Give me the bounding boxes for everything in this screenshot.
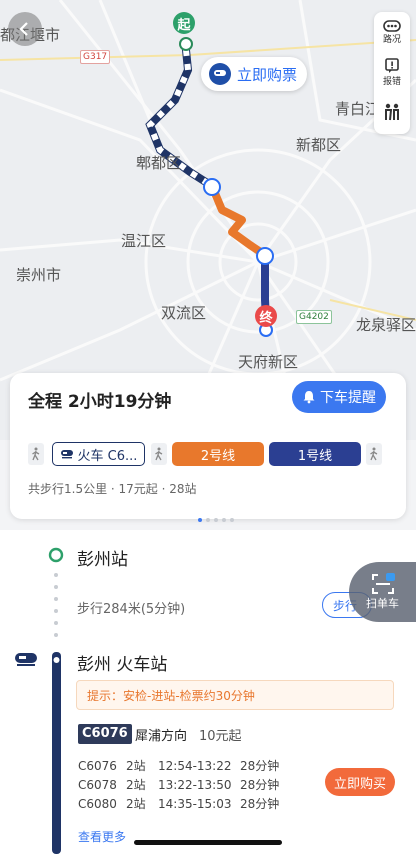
train-segment[interactable]: 火车 C6... (52, 442, 145, 466)
train-price: 10元起 (199, 729, 242, 744)
scan-bike-label: 扫单车 (366, 597, 399, 610)
see-more-link[interactable]: 查看更多 (78, 828, 126, 845)
walk-info: 步行284米(5分钟) (77, 602, 186, 617)
train-station-name: 彭州 火车站 (77, 655, 168, 675)
train-row-duration: 28分钟 (240, 797, 280, 811)
tool-report-label: 报错 (382, 76, 401, 87)
walk-segment-2 (151, 443, 167, 465)
train-icon (209, 63, 231, 85)
map-label-longquanyi: 龙泉驿区 (356, 316, 416, 334)
route-total-time: 全程 2小时19分钟 (28, 392, 172, 412)
train-mode-icon (14, 651, 38, 671)
alight-reminder-label: 下车提醒 (320, 390, 376, 406)
origin-station-name: 彭州站 (77, 550, 128, 570)
train-row-no: C6080 (78, 797, 117, 811)
map-label-shuangliu: 双流区 (161, 304, 207, 322)
train-row[interactable]: C6080 2站 14:35-15:03 28分钟 (78, 795, 279, 812)
train-row-stops: 2站 (126, 759, 146, 773)
route-summary-text: 共步行1.5公里 · 17元起 · 28站 (28, 482, 197, 496)
tool-people[interactable] (374, 92, 410, 132)
route-segments: 火车 C6... 2号线 1号线 (28, 442, 386, 468)
train-row[interactable]: C6076 2站 12:54-13:22 28分钟 (78, 757, 279, 774)
people-icon (385, 103, 399, 121)
tool-report[interactable]: 报错 (374, 52, 410, 92)
line2-segment[interactable]: 2号线 (172, 442, 264, 466)
scan-icon (371, 573, 395, 594)
walk-segment-3 (366, 443, 382, 465)
line1-segment[interactable]: 1号线 (269, 442, 361, 466)
train-icon (60, 450, 73, 459)
map-label-xindu: 新都区 (296, 136, 342, 154)
walk-icon (370, 447, 378, 461)
home-indicator (134, 840, 282, 845)
scan-bike-button[interactable]: 扫单车 (349, 562, 416, 622)
buy-ticket-label: 立即购票 (237, 65, 298, 84)
bell-icon (303, 391, 315, 404)
tool-traffic-label: 路况 (382, 34, 401, 45)
map-label-chongzhou: 崇州市 (16, 266, 62, 284)
train-row-time: 13:22-13:50 (158, 778, 232, 792)
train-segment-label: 火车 C6... (77, 448, 138, 464)
train-row-stops: 2站 (126, 797, 146, 811)
tool-traffic[interactable]: 路况 (374, 12, 410, 52)
route-summary-card[interactable]: 全程 2小时19分钟 下车提醒 火车 C6... 2号线 1号线 共步行1.5公… (10, 373, 406, 522)
security-tip: 提示：安检-进站-检票约30分钟 (76, 680, 394, 710)
walk-icon (155, 447, 163, 461)
back-arrow-icon (19, 22, 28, 36)
train-row-time: 12:54-13:22 (158, 759, 232, 773)
start-pin: 起 (173, 12, 195, 34)
report-icon (385, 57, 399, 73)
map-tools-panel: 路况 报错 (374, 12, 410, 134)
walk-icon (32, 447, 40, 461)
traffic-icon (383, 19, 401, 32)
walk-segment-1 (28, 443, 44, 465)
road-tag-g4202: G4202 (296, 310, 332, 324)
end-pin: 终 (255, 305, 277, 327)
train-row-duration: 28分钟 (240, 778, 280, 792)
map-label-pidu: 郫都区 (136, 154, 182, 172)
train-direction: 犀浦方向 (135, 729, 188, 744)
train-row-duration: 28分钟 (240, 759, 280, 773)
buy-ticket-bubble[interactable]: 立即购票 (201, 57, 308, 91)
page-indicator (196, 507, 236, 526)
map-label-wenjiang: 温江区 (121, 232, 167, 250)
back-button[interactable] (8, 12, 42, 46)
train-row-time: 14:35-15:03 (158, 797, 232, 811)
train-row-no: C6076 (78, 759, 117, 773)
alight-reminder-button[interactable]: 下车提醒 (292, 381, 386, 413)
train-row[interactable]: C6078 2站 13:22-13:50 28分钟 (78, 776, 279, 793)
road-tag-g317: G317 (80, 50, 111, 64)
train-number-badge: C6076 (78, 724, 132, 744)
train-row-stops: 2站 (126, 778, 146, 792)
map-label-tianfu: 天府新区 (238, 353, 299, 371)
buy-now-button[interactable]: 立即购买 (325, 768, 395, 796)
train-row-no: C6078 (78, 778, 117, 792)
